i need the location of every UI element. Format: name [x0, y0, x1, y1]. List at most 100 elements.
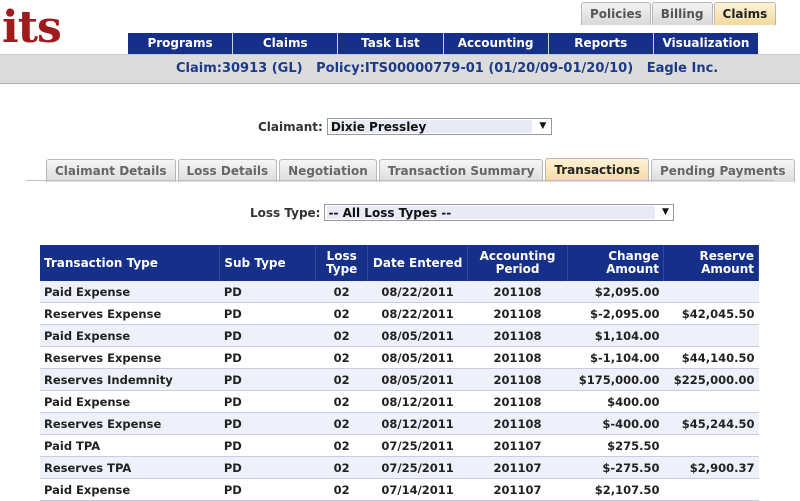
loss-type-select[interactable]: -- All Loss Types -- ▼ — [324, 204, 675, 221]
cell-loss-type: 02 — [315, 324, 368, 347]
cell-accounting-period: 201108 — [467, 281, 568, 303]
table-row[interactable]: Reserves Indemnity PD 02 08/05/2011 201108 $1… — [40, 368, 759, 391]
col-sub-type[interactable]: Sub Type — [219, 245, 317, 281]
tab-claims[interactable]: Claims — [713, 2, 777, 25]
cell-accounting-period: 201108 — [467, 302, 568, 325]
chevron-down-icon[interactable]: ▼ — [657, 205, 673, 220]
cell-date-entered: 08/05/2011 — [367, 324, 468, 347]
table-row[interactable]: Reserves Expense PD 02 08/12/2011 201108 $-40… — [40, 412, 759, 435]
chevron-down-icon[interactable]: ▼ — [535, 119, 551, 134]
claimant-select[interactable]: Dixie Pressley ▼ — [326, 118, 552, 135]
table-row[interactable]: Paid Expense PD 02 07/14/2011 201107 $2,107.5… — [40, 478, 759, 501]
loss-type-label: Loss Type: — [250, 205, 321, 220]
cell-date-entered: 08/12/2011 — [367, 412, 468, 435]
col-change-amount[interactable]: Change Amount — [567, 245, 664, 281]
cell-change-amount: $400.00 — [567, 390, 664, 413]
cell-sub-type: PD — [219, 346, 316, 369]
claimant-value: Dixie Pressley — [330, 120, 427, 134]
table-row[interactable]: Paid Expense PD 02 08/22/2011 201108 $2,095.0… — [40, 281, 759, 303]
cell-reserve-amount: $225,000.00 — [663, 368, 759, 391]
cell-reserve-amount — [663, 390, 759, 413]
cell-transaction-type: Reserves Expense — [40, 346, 220, 369]
nav-visualization[interactable]: Visualization — [654, 33, 758, 54]
nav-programs[interactable]: Programs — [128, 33, 234, 54]
cell-loss-type: 02 — [315, 346, 368, 369]
cell-transaction-type: Paid Expense — [40, 281, 220, 303]
cell-loss-type: 02 — [315, 281, 368, 303]
cell-transaction-type: Paid Expense — [40, 390, 220, 413]
tab-divider — [26, 180, 774, 181]
loss-type-value: -- All Loss Types -- — [328, 206, 452, 220]
cell-change-amount: $175,000.00 — [567, 368, 664, 391]
cell-accounting-period: 201107 — [467, 434, 568, 457]
cell-sub-type: PD — [219, 390, 316, 413]
table-row[interactable]: Paid TPA PD 02 07/25/2011 201107 $275.50 — [40, 434, 759, 457]
cell-reserve-amount: $45,244.50 — [663, 412, 759, 435]
col-accounting-period[interactable]: Accounting Period — [467, 245, 568, 281]
cell-transaction-type: Reserves TPA — [40, 456, 220, 479]
tab-loss-details[interactable]: Loss Details — [177, 159, 278, 182]
table-row[interactable]: Reserves Expense PD 02 08/05/2011 201108 $-1,… — [40, 346, 759, 369]
cell-reserve-amount — [663, 478, 759, 501]
cell-change-amount: $-275.50 — [567, 456, 664, 479]
cell-date-entered: 08/05/2011 — [367, 368, 468, 391]
tab-negotiation[interactable]: Negotiation — [279, 159, 377, 182]
cell-sub-type: PD — [219, 324, 316, 347]
cell-sub-type: PD — [219, 478, 316, 501]
claim-info: Claim:30913 (GL) Policy:ITS00000779-01 (… — [176, 61, 719, 76]
claimant-selector: Claimant: Dixie Pressley ▼ — [258, 118, 552, 135]
cell-loss-type: 02 — [315, 390, 368, 413]
table-row[interactable]: Paid Expense PD 02 08/12/2011 201108 $400.00 — [40, 390, 759, 413]
cell-date-entered: 08/22/2011 — [367, 281, 468, 303]
table-header-row: Transaction Type Sub Type Loss Type Date… — [40, 245, 760, 281]
cell-date-entered: 08/22/2011 — [367, 302, 468, 325]
cell-change-amount: $275.50 — [567, 434, 664, 457]
col-date-entered[interactable]: Date Entered — [367, 245, 469, 281]
cell-loss-type: 02 — [315, 412, 368, 435]
col-reserve-amount[interactable]: Reserve Amount — [663, 245, 760, 281]
nav-reports[interactable]: Reports — [549, 33, 654, 54]
cell-loss-type: 02 — [315, 434, 368, 457]
cell-accounting-period: 201108 — [467, 412, 568, 435]
table-row[interactable]: Reserves TPA PD 02 07/25/2011 201107 $-275.50… — [40, 456, 759, 479]
tab-claimant-details[interactable]: Claimant Details — [46, 159, 176, 182]
table-row[interactable]: Paid Expense PD 02 08/05/2011 201108 $1,104.0… — [40, 324, 759, 347]
cell-accounting-period: 201107 — [467, 456, 568, 479]
cell-change-amount: $-400.00 — [567, 412, 664, 435]
cell-accounting-period: 201108 — [467, 346, 568, 369]
cell-date-entered: 07/25/2011 — [367, 434, 468, 457]
nav-task-list[interactable]: Task List — [338, 33, 444, 54]
cell-sub-type: PD — [219, 302, 316, 325]
cell-sub-type: PD — [219, 434, 316, 457]
cell-sub-type: PD — [219, 456, 316, 479]
claim-sub-tabs: Claimant Details Loss Details Negotiatio… — [46, 158, 797, 182]
tab-policies[interactable]: Policies — [581, 2, 651, 25]
transactions-table: Transaction Type Sub Type Loss Type Date… — [40, 245, 760, 501]
cell-accounting-period: 201107 — [467, 478, 568, 501]
nav-accounting[interactable]: Accounting — [444, 33, 549, 54]
nav-claims[interactable]: Claims — [233, 33, 339, 54]
cell-change-amount: $-2,095.00 — [567, 302, 664, 325]
tab-transaction-summary[interactable]: Transaction Summary — [378, 159, 544, 182]
col-transaction-type[interactable]: Transaction Type — [40, 245, 221, 281]
cell-accounting-period: 201108 — [467, 368, 568, 391]
cell-loss-type: 02 — [315, 478, 368, 501]
cell-date-entered: 08/12/2011 — [367, 390, 468, 413]
its-logo: its — [2, 2, 62, 53]
loss-type-selector: Loss Type: -- All Loss Types -- ▼ — [250, 204, 675, 221]
cell-sub-type: PD — [219, 368, 316, 391]
cell-sub-type: PD — [219, 281, 316, 303]
claimant-label: Claimant: — [258, 119, 323, 134]
tab-billing[interactable]: Billing — [651, 2, 713, 25]
table-row[interactable]: Reserves Expense PD 02 08/22/2011 201108 $-2,… — [40, 302, 759, 325]
cell-transaction-type: Reserves Expense — [40, 412, 220, 435]
cell-loss-type: 02 — [315, 456, 368, 479]
tab-pending-payments[interactable]: Pending Payments — [650, 159, 795, 182]
cell-reserve-amount — [663, 324, 759, 347]
cell-reserve-amount: $2,900.37 — [663, 456, 759, 479]
cell-date-entered: 08/05/2011 — [367, 346, 468, 369]
col-loss-type[interactable]: Loss Type — [315, 245, 369, 281]
cell-reserve-amount — [663, 281, 759, 303]
tab-transactions[interactable]: Transactions — [545, 158, 649, 182]
cell-transaction-type: Paid Expense — [40, 478, 220, 501]
